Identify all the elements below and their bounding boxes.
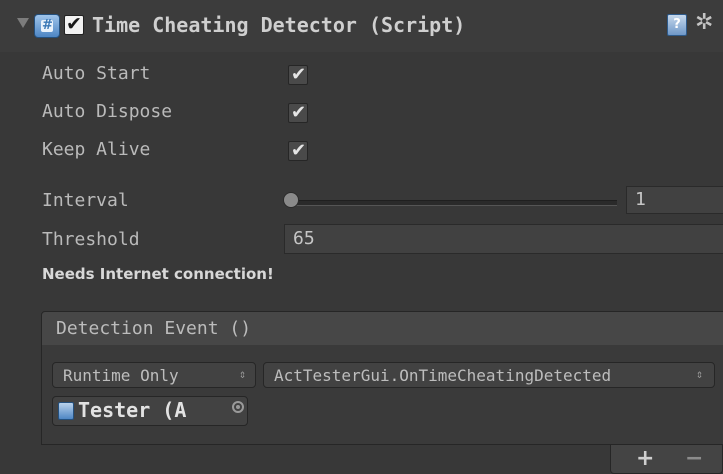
auto-start-label: Auto Start [42,63,151,84]
event-body [41,345,723,445]
gear-icon[interactable]: ✲ [695,10,713,35]
updown-arrow-icon: ⇕ [696,367,704,381]
auto-dispose-checkbox[interactable]: ✔ [288,102,308,123]
check-icon: ✔ [291,102,307,123]
auto-dispose-label: Auto Dispose [42,101,173,122]
foldout-arrow-icon[interactable] [17,18,29,28]
call-state-dropdown[interactable]: Runtime Only ⇕ [52,362,256,388]
script-icon: # [34,14,60,38]
script-icon [58,402,74,420]
function-dropdown[interactable]: ActTesterGui.OnTimeCheatingDetected ⇕ [263,362,715,388]
threshold-label: Threshold [42,229,140,250]
remove-button[interactable]: − [685,446,703,471]
threshold-field[interactable]: 65 [284,224,723,254]
event-title: Detection Event () [56,318,252,339]
interval-field[interactable]: 1 [626,186,723,214]
keep-alive-checkbox[interactable]: ✔ [288,140,308,161]
keep-alive-label: Keep Alive [42,139,151,160]
call-state-value: Runtime Only [63,366,179,385]
component-enabled-checkbox[interactable]: ✔ [64,13,84,35]
object-picker-icon[interactable] [232,401,244,413]
interval-label: Interval [42,190,129,211]
component-title: Time Cheating Detector (Script) [92,13,466,37]
updown-arrow-icon: ⇕ [239,367,247,381]
interval-slider-thumb[interactable] [283,192,299,208]
add-button[interactable]: + [636,446,654,471]
list-footer [610,445,723,474]
auto-start-checkbox[interactable]: ✔ [288,64,308,85]
function-value: ActTesterGui.OnTimeCheatingDetected [274,366,612,385]
warning-label: Needs Internet connection! [42,265,274,283]
target-object-value: Tester (A [78,398,187,422]
check-icon: ✔ [291,140,307,161]
check-icon: ✔ [291,64,307,85]
interval-slider-track[interactable] [287,200,617,206]
help-icon[interactable]: ? [667,14,687,36]
check-icon: ✔ [66,13,82,35]
